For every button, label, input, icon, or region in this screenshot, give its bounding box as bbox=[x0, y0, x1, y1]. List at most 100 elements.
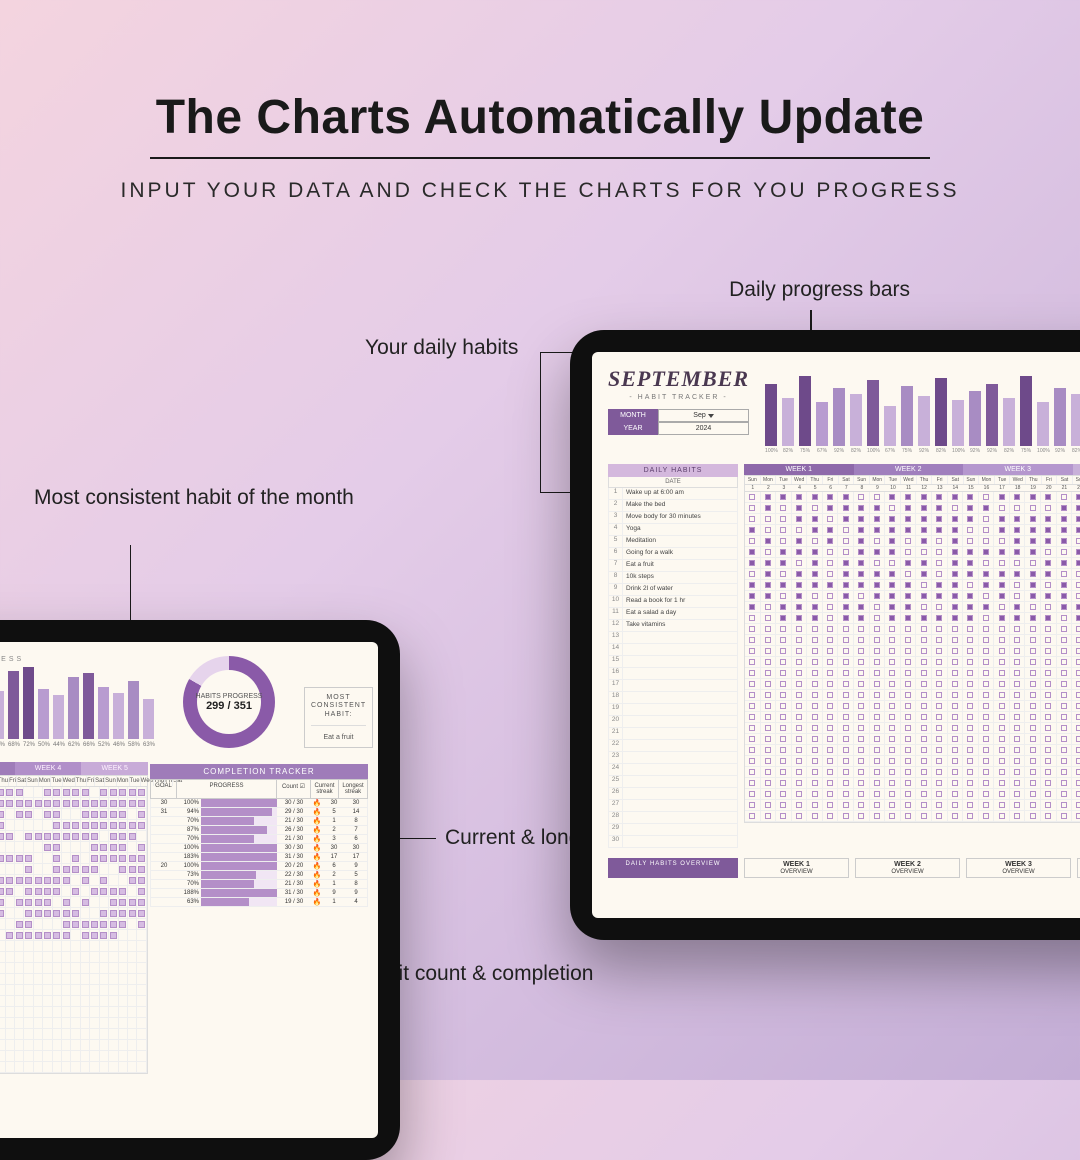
leader-line bbox=[540, 352, 541, 492]
col-count: Count ☑ bbox=[277, 780, 311, 798]
completion-row: 63%19 / 30🔥14 bbox=[150, 898, 368, 907]
habit-row[interactable]: 27 bbox=[608, 800, 738, 812]
habit-row[interactable]: 19 bbox=[608, 704, 738, 716]
bar bbox=[8, 671, 19, 739]
fire-icon: 🔥 bbox=[311, 808, 323, 816]
habit-row[interactable]: 20 bbox=[608, 716, 738, 728]
col-progress: PROGRESS bbox=[177, 780, 277, 798]
overview-cell: WEEK 2OVERVIEW bbox=[855, 858, 960, 878]
habit-row[interactable]: 12Take vitamins bbox=[608, 620, 738, 632]
habit-row[interactable]: 6Going for a walk bbox=[608, 548, 738, 560]
habit-row[interactable]: 2Make the bed bbox=[608, 500, 738, 512]
bar bbox=[969, 391, 981, 446]
fire-icon: 🔥 bbox=[311, 898, 323, 906]
habit-row[interactable]: 21 bbox=[608, 728, 738, 740]
donut-label: HABITS PROGRESS bbox=[196, 693, 263, 700]
fire-icon: 🔥 bbox=[311, 817, 323, 825]
habit-row[interactable]: 26 bbox=[608, 788, 738, 800]
completion-row: 183%31 / 30🔥1717 bbox=[150, 853, 368, 862]
bar bbox=[83, 673, 94, 739]
completion-row: 30100%30 / 30🔥3030 bbox=[150, 799, 368, 808]
screen-left: Y PROGRESS 53%70%60%50%68%72%50%44%62%66… bbox=[0, 642, 378, 1138]
callout-daily-habits: Your daily habits bbox=[365, 336, 518, 360]
bar bbox=[1054, 388, 1066, 446]
progress-label: Y PROGRESS bbox=[0, 656, 154, 663]
donut-value: 299 / 351 bbox=[206, 700, 252, 712]
fire-icon: 🔥 bbox=[311, 889, 323, 897]
year-input[interactable]: 2024 bbox=[658, 422, 749, 435]
habit-row[interactable]: 7Eat a fruit bbox=[608, 560, 738, 572]
habit-row[interactable]: 18 bbox=[608, 692, 738, 704]
completion-row: 70%21 / 30🔥18 bbox=[150, 817, 368, 826]
completion-row: 73%22 / 30🔥25 bbox=[150, 871, 368, 880]
daily-habits-title: DAILY HABITS bbox=[608, 464, 738, 477]
fire-icon: 🔥 bbox=[311, 844, 323, 852]
habit-checkbox-grid[interactable] bbox=[744, 492, 1080, 823]
week-cell: WEEK 3 bbox=[963, 464, 1073, 475]
bar bbox=[1071, 394, 1080, 446]
week-cell: WEEK 4 bbox=[15, 762, 82, 775]
bar bbox=[1037, 402, 1049, 446]
habit-row[interactable]: 22 bbox=[608, 740, 738, 752]
col-goal: GOAL bbox=[151, 780, 177, 798]
week-header: WEEK 3WEEK 4WEEK 5 bbox=[0, 762, 148, 775]
fire-icon: 🔥 bbox=[311, 880, 323, 888]
bar bbox=[113, 693, 124, 739]
bar bbox=[833, 388, 845, 446]
completion-row: 188%31 / 30🔥99 bbox=[150, 889, 368, 898]
completion-row: 87%26 / 30🔥27 bbox=[150, 826, 368, 835]
bar bbox=[128, 681, 139, 739]
habit-row[interactable]: 4Yoga bbox=[608, 524, 738, 536]
bar bbox=[799, 376, 811, 446]
month-select[interactable]: Sep bbox=[658, 409, 749, 422]
bar bbox=[850, 394, 862, 446]
col-current-streak: Current streak bbox=[311, 780, 339, 798]
habit-row[interactable]: 28 bbox=[608, 812, 738, 824]
habit-row[interactable]: 810k steps bbox=[608, 572, 738, 584]
daily-progress-pct: 100%82%75%67%92%82%100%67%75%92%82%100%9… bbox=[765, 448, 1080, 454]
day-header: SunMonTueWedThuFriSatSunMonTueWedThuFriS… bbox=[744, 475, 1080, 485]
bar bbox=[952, 400, 964, 446]
day-header: SunMonTueWedThuFriSatSunMonTueWedThuFriS… bbox=[0, 775, 148, 787]
callout-daily-progress: Daily progress bars bbox=[729, 278, 910, 302]
fire-icon: 🔥 bbox=[311, 853, 323, 861]
fire-icon: 🔥 bbox=[311, 835, 323, 843]
habit-row[interactable]: 24 bbox=[608, 764, 738, 776]
daily-progress-label: DAILY PROGRESS bbox=[765, 366, 1080, 372]
habit-row[interactable]: 11Eat a salad a day bbox=[608, 608, 738, 620]
overview-label: DAILY HABITS OVERVIEW bbox=[608, 858, 738, 878]
completion-row: 70%21 / 30🔥18 bbox=[150, 880, 368, 889]
week-cell: WEEK 2 bbox=[854, 464, 964, 475]
habit-row[interactable]: 1Wake up at 6:00 am bbox=[608, 488, 738, 500]
bar bbox=[867, 380, 879, 446]
bar bbox=[782, 398, 794, 446]
bar bbox=[884, 406, 896, 446]
habit-row[interactable]: 9Drink 2l of water bbox=[608, 584, 738, 596]
most-consistent-label: MOST CONSISTENT HABIT: bbox=[311, 694, 366, 726]
habit-row[interactable]: 15 bbox=[608, 656, 738, 668]
bar bbox=[0, 691, 4, 739]
habit-row[interactable]: 25 bbox=[608, 776, 738, 788]
habit-row[interactable]: 10Read a book for 1 hr bbox=[608, 596, 738, 608]
week-cell: WEEK 3 bbox=[0, 762, 15, 775]
most-consistent-value: Eat a fruit bbox=[311, 734, 366, 741]
habit-row[interactable]: 29 bbox=[608, 824, 738, 836]
date-header: 1234567891011121314151617181920212223242… bbox=[744, 485, 1080, 492]
bar bbox=[901, 386, 913, 446]
month-subtitle: - HABIT TRACKER - bbox=[608, 394, 749, 401]
habit-row[interactable]: 16 bbox=[608, 668, 738, 680]
habit-row[interactable]: 30 bbox=[608, 836, 738, 848]
bar bbox=[23, 667, 34, 739]
bar bbox=[765, 384, 777, 446]
habit-row[interactable]: 5Meditation bbox=[608, 536, 738, 548]
habit-grid[interactable] bbox=[0, 787, 148, 1074]
donut-chart: HABITS PROGRESS 299 / 351 bbox=[174, 656, 284, 748]
bar bbox=[143, 699, 154, 739]
year-label: YEAR bbox=[608, 422, 658, 435]
habit-row[interactable]: 14 bbox=[608, 644, 738, 656]
habit-row[interactable]: 3Move body for 30 minutes bbox=[608, 512, 738, 524]
habit-row[interactable]: 17 bbox=[608, 680, 738, 692]
habit-row[interactable]: 23 bbox=[608, 752, 738, 764]
habit-row[interactable]: 13 bbox=[608, 632, 738, 644]
most-consistent-panel: MOST CONSISTENT HABIT: Eat a fruit bbox=[304, 687, 373, 748]
